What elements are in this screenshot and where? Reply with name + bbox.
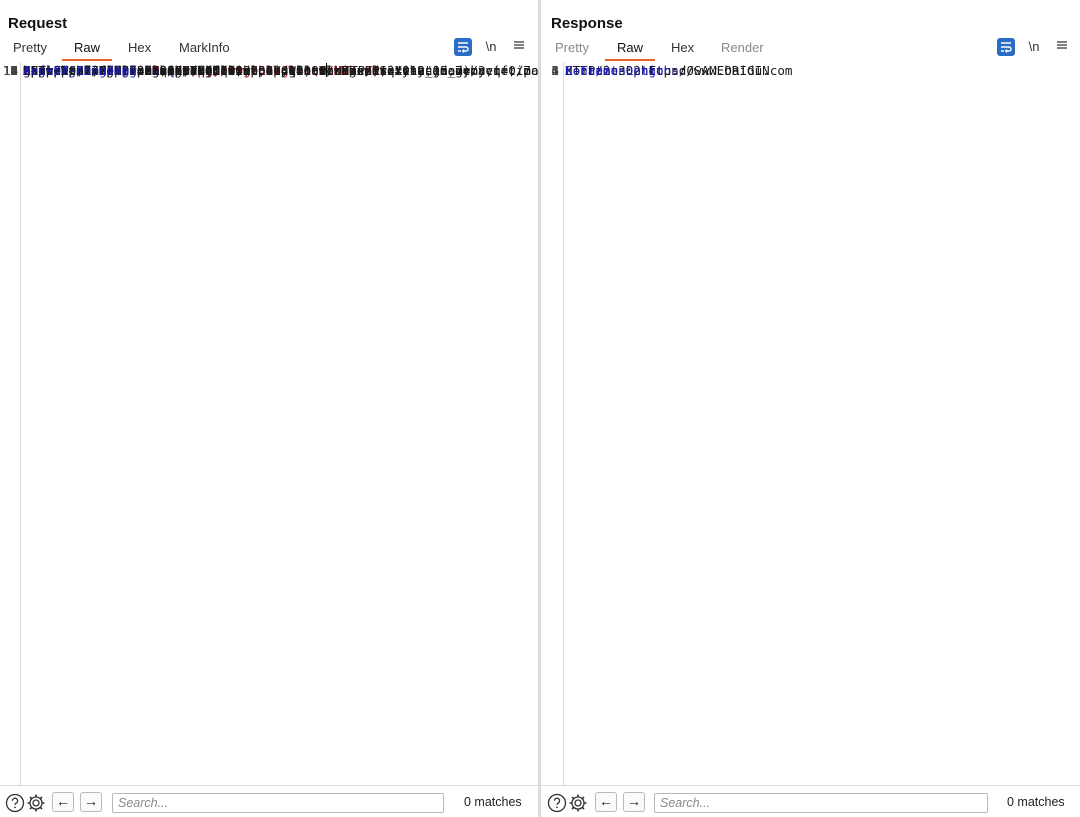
help-icon[interactable] — [5, 793, 25, 813]
request-pane: Request Pretty Raw Hex MarkInfo \n 1 GET … — [0, 0, 539, 817]
response-title: Response — [551, 15, 623, 32]
newline-toggle[interactable]: \n — [1025, 38, 1043, 56]
line-number: 6 — [551, 63, 559, 78]
line-number: 19 — [2, 63, 18, 78]
gutter-divider — [563, 62, 564, 785]
tab-pretty[interactable]: Pretty — [13, 39, 47, 61]
line-text: Content-Length: 0 — [565, 62, 694, 79]
text-span: : 0 — [671, 63, 694, 78]
match-count: 0 matches — [1007, 795, 1065, 809]
wrap-lines-icon[interactable] — [997, 38, 1015, 56]
tab-hex[interactable]: Hex — [671, 39, 694, 61]
tab-markinfo[interactable]: MarkInfo — [179, 39, 230, 61]
tab-pretty[interactable]: Pretty — [555, 39, 589, 61]
request-title: Request — [8, 15, 68, 32]
response-pane: Response Pretty Raw Hex Render \n 1 HTTP/… — [541, 0, 1080, 817]
tab-hex[interactable]: Hex — [128, 39, 151, 61]
search-input[interactable] — [654, 793, 988, 813]
header-name: Content-Length — [565, 63, 672, 78]
search-input[interactable] — [112, 793, 444, 813]
tab-render[interactable]: Render — [721, 39, 764, 61]
gutter-divider — [20, 62, 21, 785]
response-editor[interactable]: 1 HTTP/2 302 Found 2 Location: http://www.b… — [541, 62, 1080, 785]
line-text: Accept-Language: zh-CN,zh;q=0.9,en;q=0.8 — [23, 62, 326, 79]
menu-icon[interactable] — [1053, 38, 1071, 56]
request-search-bar: ← → 0 matches — [0, 785, 539, 817]
newline-toggle[interactable]: \n — [482, 38, 500, 56]
text-span: : zh-CN,zh;q=0.9,en;q=0.8 — [136, 63, 327, 78]
settings-icon[interactable] — [568, 793, 588, 813]
tab-raw[interactable]: Raw — [604, 39, 656, 61]
arrow-right-icon[interactable]: → — [80, 792, 102, 812]
response-search-bar: ← → 0 matches — [541, 785, 1080, 817]
settings-icon[interactable] — [26, 793, 46, 813]
tab-raw[interactable]: Raw — [61, 39, 113, 61]
request-editor[interactable]: 1 GET /post/next?path=http://www.baidu.co… — [0, 62, 539, 785]
header-name: Accept-Language — [23, 63, 137, 78]
match-count: 0 matches — [464, 795, 522, 809]
arrow-left-icon[interactable]: ← — [595, 792, 617, 812]
arrow-right-icon[interactable]: → — [623, 792, 645, 812]
menu-icon[interactable] — [510, 38, 528, 56]
help-icon[interactable] — [547, 793, 567, 813]
arrow-left-icon[interactable]: ← — [52, 792, 74, 812]
wrap-lines-icon[interactable] — [454, 38, 472, 56]
